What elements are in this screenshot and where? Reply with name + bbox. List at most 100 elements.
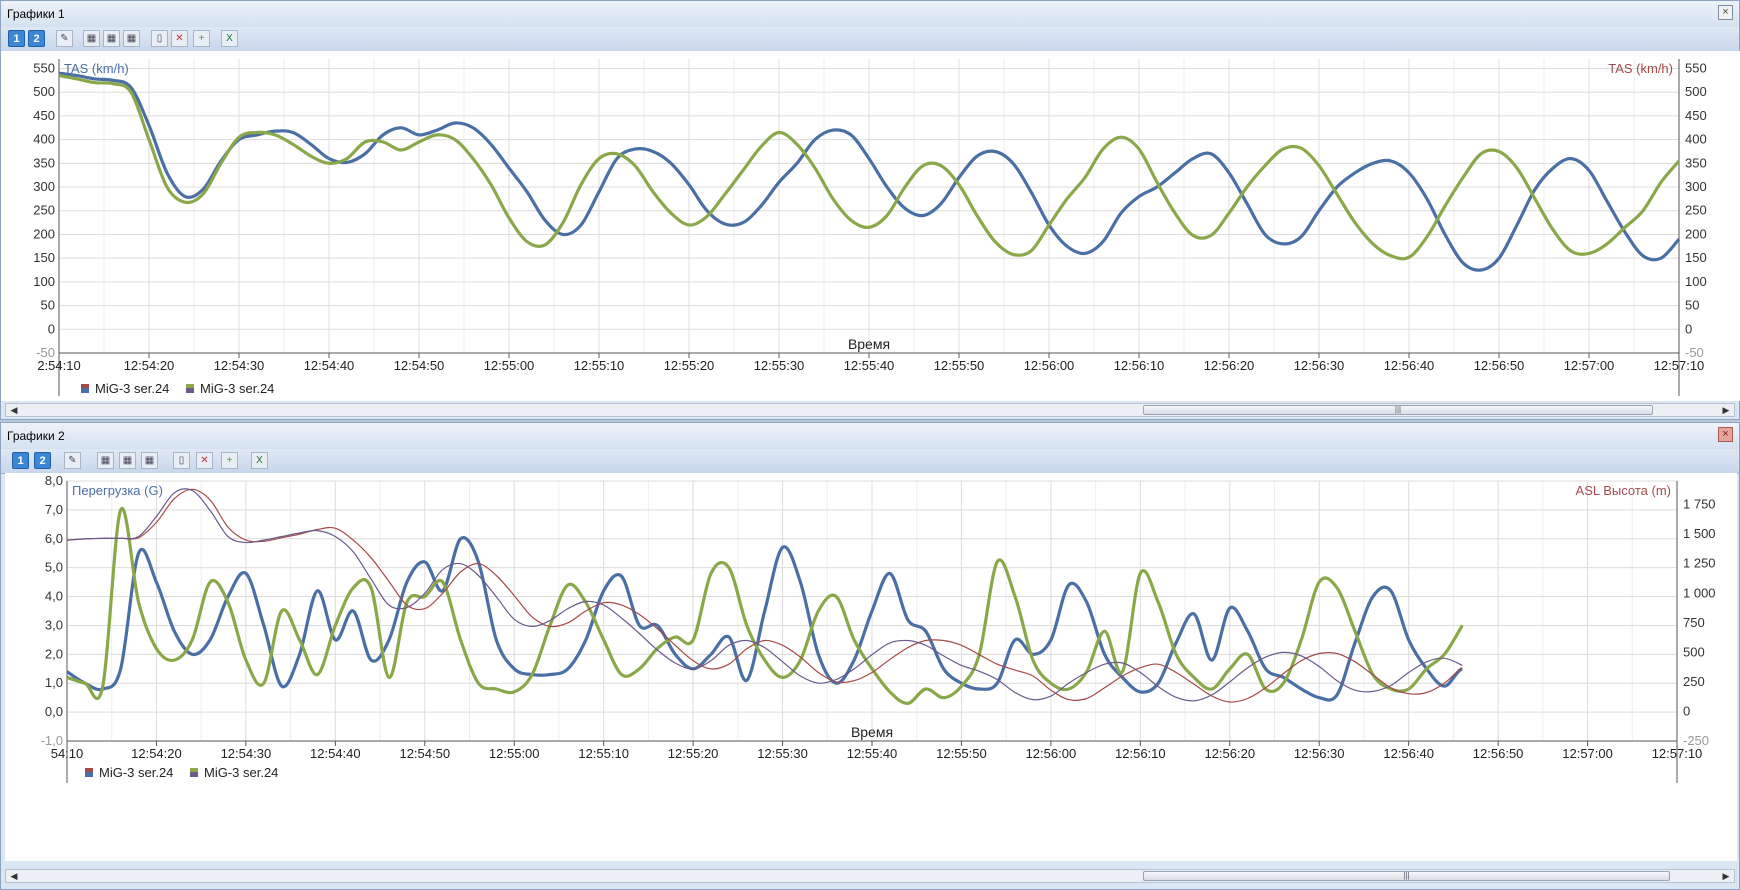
x-tick-label: 12:56:00 bbox=[1024, 358, 1075, 373]
scroll-left-icon[interactable]: ◀ bbox=[8, 404, 20, 416]
legend: MiG-3 ser.24 MiG-3 ser.24 bbox=[85, 765, 278, 780]
window-title-1: Графики 1 bbox=[7, 7, 65, 21]
y-tick-label: 6,0 bbox=[45, 531, 63, 546]
y-tick-label-right: 200 bbox=[1685, 226, 1707, 241]
chart-layout-b-icon[interactable]: ▦ bbox=[119, 452, 136, 469]
y-tick-label: 5,0 bbox=[45, 560, 63, 575]
y-tick-label: 500 bbox=[33, 84, 55, 99]
close-icon[interactable]: × bbox=[1718, 5, 1733, 20]
y-tick-label: 8,0 bbox=[45, 473, 63, 488]
x-tick-label: 12:56:50 bbox=[1474, 358, 1525, 373]
x-tick-label: 12:55:30 bbox=[754, 358, 805, 373]
x-tick-label: 12:57:10 bbox=[1654, 358, 1705, 373]
chart2-toggle-button[interactable]: 2 bbox=[34, 452, 51, 469]
plot-area-1[interactable]: -50 0 50 100 150 200 250 300 350 400 450 500 550 -50 0… bbox=[1, 51, 1740, 401]
x-tick-label: 12:56:20 bbox=[1204, 358, 1255, 373]
legend-swatch-lower bbox=[81, 388, 89, 393]
g-load-altitude-chart: -1,00,01,02,03,04,05,06,07,08,0-25002505… bbox=[41, 473, 1716, 783]
x-tick-label: 12:56:30 bbox=[1294, 358, 1345, 373]
scroll-thumb-2[interactable]: ||| bbox=[1143, 871, 1670, 881]
window-titlebar-2[interactable]: Графики 2 × bbox=[1, 423, 1739, 449]
x-tick-label: 12:56:10 bbox=[1114, 358, 1165, 373]
y-tick-label-right: 450 bbox=[1685, 108, 1707, 123]
x-tick-label: 12:55:20 bbox=[664, 358, 715, 373]
x-tick-label: 12:55:10 bbox=[574, 358, 625, 373]
x-tick-label: 12:56:20 bbox=[1204, 746, 1255, 761]
y2-tick-label: 0 bbox=[1683, 703, 1690, 718]
x-tick-label: 12:54:40 bbox=[304, 358, 355, 373]
x-tick-label: 12:55:20 bbox=[668, 746, 719, 761]
x-tick-label: 12:54:30 bbox=[214, 358, 265, 373]
y-tick-label-right: 500 bbox=[1685, 84, 1707, 99]
chart-layout-c-icon[interactable]: ▦ bbox=[123, 30, 140, 47]
chart-window-2: Графики 2 × 1 2 ✎ ▦ ▦ ▦ ▯ ✕ + X -1,0 0,0 1… bbox=[0, 422, 1740, 890]
x-tick-label: 12:56:40 bbox=[1384, 358, 1435, 373]
y-tick-label: 400 bbox=[33, 132, 55, 147]
pencil-icon[interactable]: ✎ bbox=[56, 30, 73, 47]
grid bbox=[58, 59, 1680, 354]
x-tick-label: 12:55:30 bbox=[757, 746, 808, 761]
y-tick-label: 350 bbox=[33, 155, 55, 170]
y-tick-label: 50 bbox=[41, 298, 55, 313]
remove-series-icon[interactable]: ✕ bbox=[196, 452, 213, 469]
y-tick-label: 3,0 bbox=[45, 617, 63, 632]
scroll-left-icon[interactable]: ◀ bbox=[8, 870, 20, 882]
x-tick-label: 12:54:20 bbox=[131, 746, 182, 761]
chart1-toggle-button[interactable]: 1 bbox=[8, 30, 25, 47]
y2-tick-label: 750 bbox=[1683, 615, 1705, 630]
x-tick-label: 12:55:00 bbox=[484, 358, 535, 373]
x-tick-label: 12:55:50 bbox=[934, 358, 985, 373]
y-tick-label-right: 50 bbox=[1685, 298, 1699, 313]
x-tick-label: 12:54:20 bbox=[124, 358, 175, 373]
y2-tick-label: 1 750 bbox=[1683, 497, 1716, 512]
y2-tick-label: 1 250 bbox=[1683, 556, 1716, 571]
chart-layout-c-icon[interactable]: ▦ bbox=[141, 452, 158, 469]
scroll-right-icon[interactable]: ▶ bbox=[1720, 404, 1732, 416]
x-tick-label: 12:55:40 bbox=[844, 358, 895, 373]
chart-layout-a-icon[interactable]: ▦ bbox=[83, 30, 100, 47]
chart1-toggle-button[interactable]: 1 bbox=[12, 452, 29, 469]
window-titlebar-1[interactable]: Графики 1 × bbox=[1, 1, 1739, 27]
chart-layout-b-icon[interactable]: ▦ bbox=[103, 30, 120, 47]
chart2-toggle-button[interactable]: 2 bbox=[28, 30, 45, 47]
excel-export-icon[interactable]: X bbox=[221, 30, 238, 47]
x-tick-label: 12:55:00 bbox=[489, 746, 540, 761]
scroll-right-icon[interactable]: ▶ bbox=[1720, 870, 1732, 882]
add-series-icon[interactable]: + bbox=[221, 452, 238, 469]
tas-chart: -50050100150200250300350400450500550-500… bbox=[33, 59, 1707, 396]
x-tick-label: 12:56:40 bbox=[1383, 746, 1434, 761]
close-icon[interactable]: × bbox=[1718, 427, 1733, 442]
legend: MiG-3 ser.24 MiG-3 ser.24 bbox=[81, 381, 274, 396]
right-axis-label: ASL Высота (m) bbox=[1576, 483, 1671, 498]
scroll-thumb-1[interactable]: ||| bbox=[1143, 405, 1653, 415]
y-tick-label-right: 400 bbox=[1685, 132, 1707, 147]
y-tick-label: 200 bbox=[33, 226, 55, 241]
toolbar-1: 1 2 ✎ ▦ ▦ ▦ ▯ ✕ + X bbox=[1, 27, 1739, 52]
pencil-icon[interactable]: ✎ bbox=[64, 452, 81, 469]
page-icon[interactable]: ▯ bbox=[151, 30, 168, 47]
x-tick-label: 12:56:30 bbox=[1294, 746, 1345, 761]
horizontal-scrollbar-2[interactable]: ◀ ||| ▶ bbox=[5, 869, 1735, 883]
y-tick-label: 550 bbox=[33, 60, 55, 75]
add-series-icon[interactable]: + bbox=[193, 30, 210, 47]
y2-tick-label: 1 000 bbox=[1683, 585, 1716, 600]
legend-label: MiG-3 ser.24 bbox=[204, 765, 278, 780]
y-tick-label: 150 bbox=[33, 250, 55, 265]
y-tick-label: 1,0 bbox=[45, 675, 63, 690]
x-tick-label: 12:56:00 bbox=[1026, 746, 1077, 761]
plot-area-2[interactable]: -1,0 0,0 1,0 2,0 3,0 4,0 5,0 6,0 7,0 8,0 -250 0 250 5… bbox=[5, 473, 1737, 861]
x-tick-label: 12:55:10 bbox=[578, 746, 629, 761]
chart-layout-a-icon[interactable]: ▦ bbox=[97, 452, 114, 469]
horizontal-scrollbar-1[interactable]: ◀ ||| ▶ bbox=[5, 403, 1735, 417]
remove-series-icon[interactable]: ✕ bbox=[171, 30, 188, 47]
x-tick-label: 12:56:10 bbox=[1115, 746, 1166, 761]
y2-tick-label: 1 500 bbox=[1683, 526, 1716, 541]
y-tick-label: 4,0 bbox=[45, 589, 63, 604]
x-tick-label: 12:54:40 bbox=[310, 746, 361, 761]
page-icon[interactable]: ▯ bbox=[173, 452, 190, 469]
excel-export-icon[interactable]: X bbox=[251, 452, 268, 469]
y2-tick-label: 500 bbox=[1683, 644, 1705, 659]
toolbar-2: 1 2 ✎ ▦ ▦ ▦ ▯ ✕ + X bbox=[1, 449, 1739, 474]
chart-window-1: Графики 1 × 1 2 ✎ ▦ ▦ ▦ ▯ ✕ + X -50 0 50 10… bbox=[0, 0, 1740, 420]
y-tick-label: 250 bbox=[33, 203, 55, 218]
